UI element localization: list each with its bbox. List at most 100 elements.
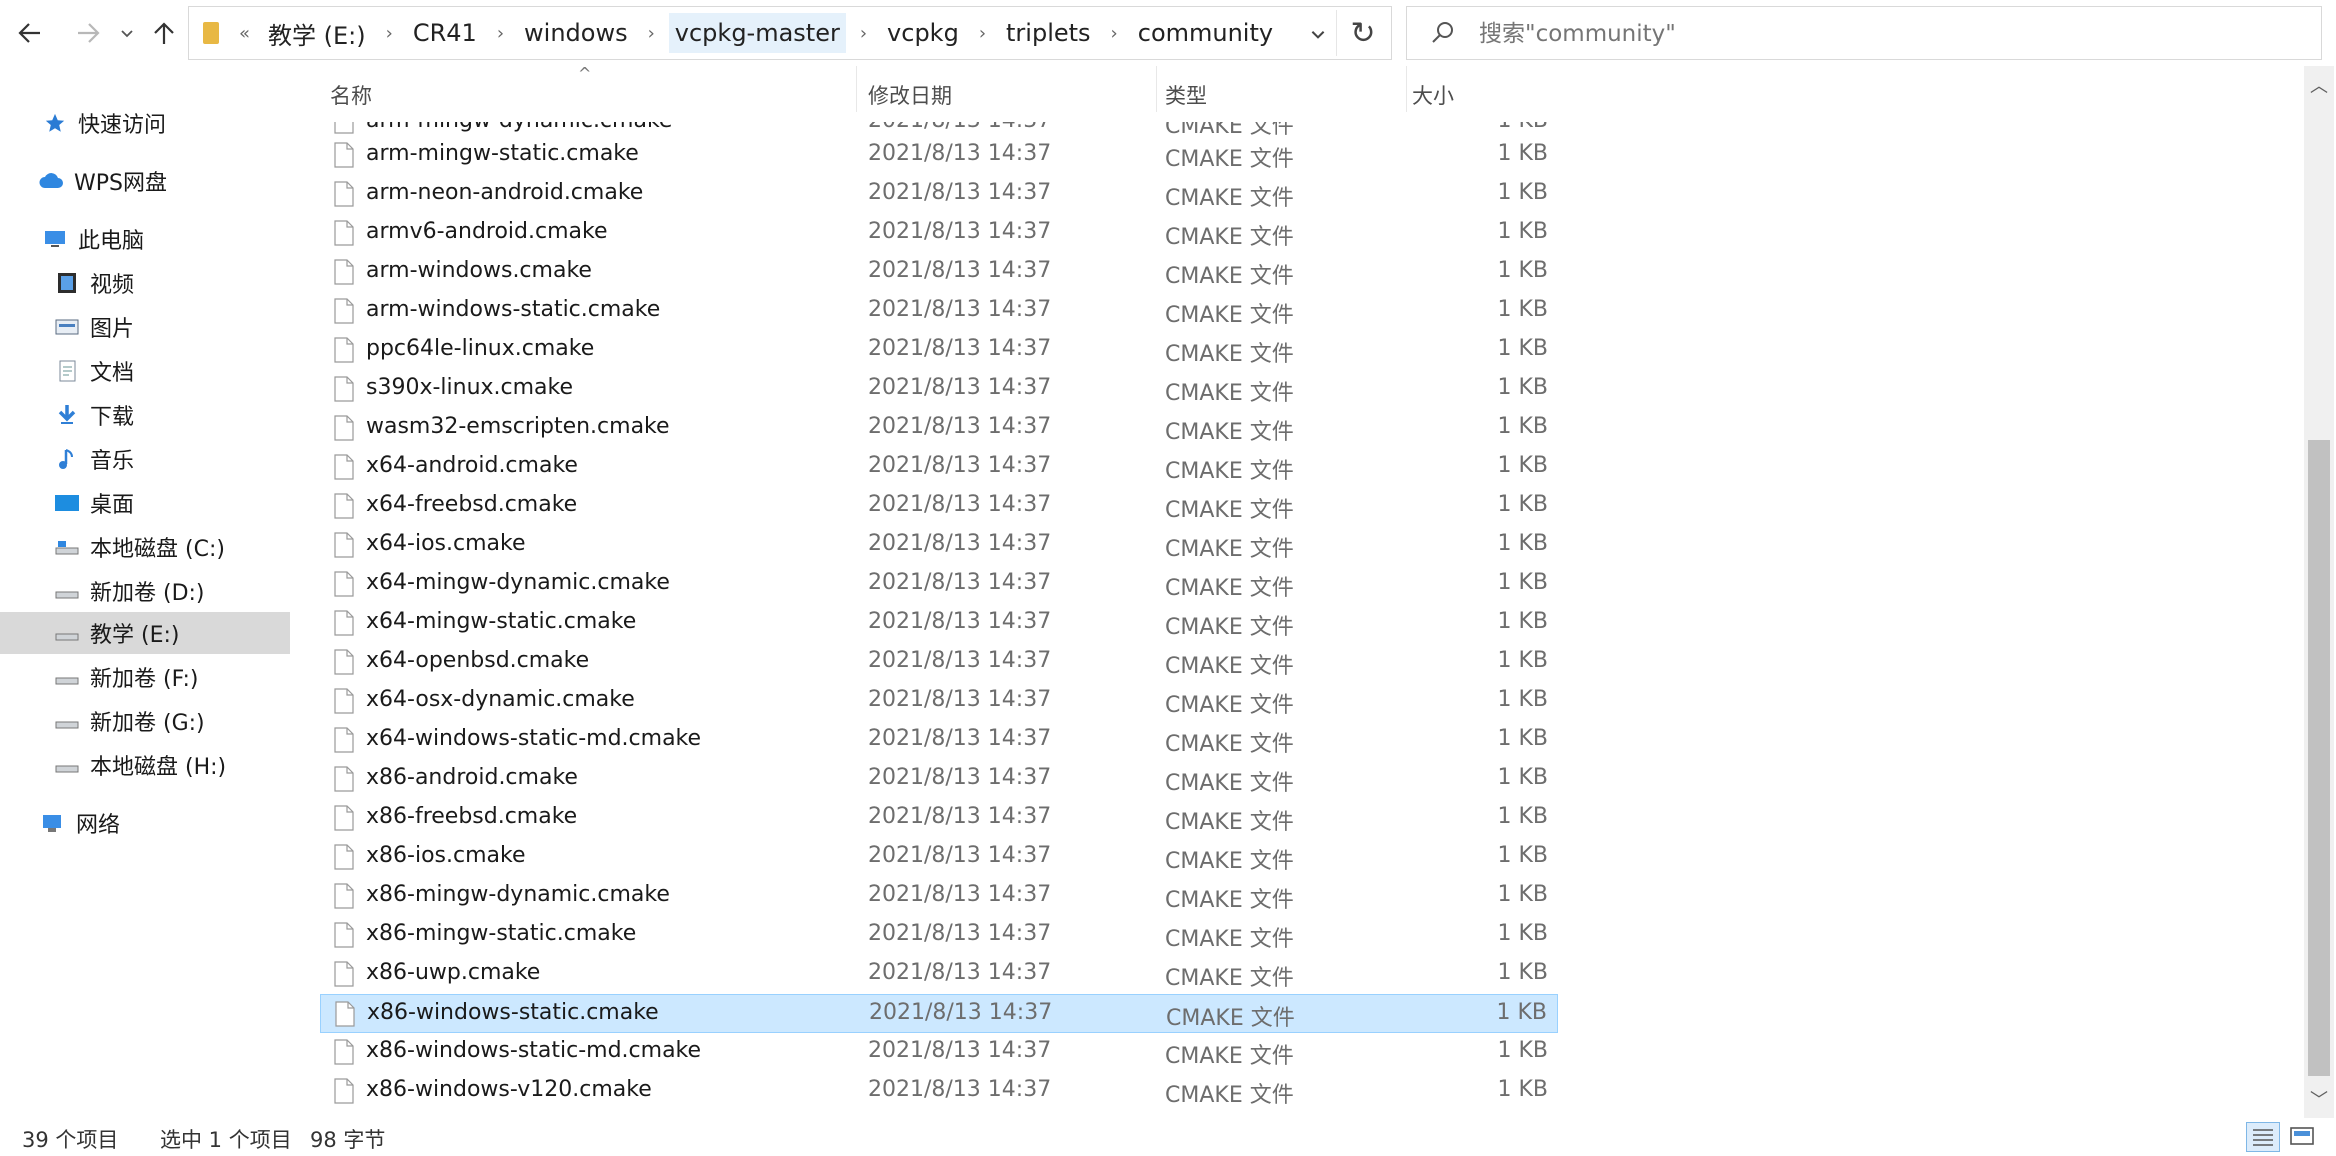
nav-documents[interactable]: 文档 bbox=[0, 350, 290, 392]
file-size: 1 KB bbox=[1497, 1038, 1548, 1063]
drive-icon bbox=[55, 721, 79, 729]
file-size: 1 KB bbox=[1497, 531, 1548, 556]
refresh-button[interactable]: ↻ bbox=[1336, 10, 1389, 56]
breadcrumb-item[interactable]: windows bbox=[518, 13, 634, 53]
breadcrumb-overflow[interactable]: « bbox=[239, 23, 250, 44]
large-icons-view-button[interactable] bbox=[2286, 1122, 2320, 1152]
breadcrumb-item[interactable]: triplets bbox=[1000, 13, 1097, 53]
file-name: x64-android.cmake bbox=[366, 453, 578, 478]
file-row[interactable]: x64-mingw-dynamic.cmake 2021/8/13 14:37 CM… bbox=[320, 565, 1558, 604]
file-row[interactable]: x64-freebsd.cmake 2021/8/13 14:37 CMAKE 文件… bbox=[320, 487, 1558, 526]
nav-network[interactable]: 网络 bbox=[0, 802, 290, 844]
file-name: armv6-android.cmake bbox=[366, 219, 608, 244]
file-row-selected[interactable]: x86-windows-static.cmake 2021/8/13 14:37 C… bbox=[320, 994, 1558, 1033]
nav-pictures[interactable]: 图片 bbox=[0, 306, 290, 348]
file-row[interactable]: wasm32-emscripten.cmake 2021/8/13 14:37 CM… bbox=[320, 409, 1558, 448]
file-row[interactable]: x64-android.cmake 2021/8/13 14:37 CMAKE 文件… bbox=[320, 448, 1558, 487]
chevron-right-icon[interactable]: › bbox=[979, 23, 986, 44]
file-row[interactable]: x86-android.cmake 2021/8/13 14:37 CMAKE 文件… bbox=[320, 760, 1558, 799]
recent-locations-button[interactable] bbox=[112, 12, 142, 54]
up-button[interactable] bbox=[146, 12, 182, 54]
scrollbar-thumb[interactable] bbox=[2308, 440, 2330, 1076]
chevron-right-icon[interactable]: › bbox=[386, 23, 393, 44]
nav-wps-drive[interactable]: WPS网盘 bbox=[0, 160, 290, 202]
scroll-up-arrow-icon[interactable]: ︿ bbox=[2310, 72, 2328, 98]
chevron-down-icon[interactable] bbox=[1309, 25, 1327, 43]
breadcrumb-item[interactable]: CR41 bbox=[407, 13, 483, 53]
nav-quick-access[interactable]: 快速访问 bbox=[0, 102, 290, 144]
nav-label: 本地磁盘 (H:) bbox=[90, 755, 227, 780]
file-name: x64-osx-dynamic.cmake bbox=[366, 687, 635, 712]
file-row[interactable]: x86-freebsd.cmake 2021/8/13 14:37 CMAKE 文件… bbox=[320, 799, 1558, 838]
column-header-date[interactable]: 修改日期 bbox=[868, 80, 952, 110]
nav-label: 音乐 bbox=[90, 449, 135, 474]
file-size: 1 KB bbox=[1497, 960, 1548, 985]
nav-drive-h[interactable]: 本地磁盘 (H:) bbox=[0, 744, 290, 786]
column-divider[interactable] bbox=[1156, 66, 1157, 112]
file-type: CMAKE 文件 bbox=[1166, 1006, 1295, 1031]
file-row[interactable]: arm-windows.cmake 2021/8/13 14:37 CMAKE 文件… bbox=[320, 253, 1558, 292]
file-row[interactable]: x86-windows-static-md.cmake 2021/8/13 14:… bbox=[320, 1033, 1558, 1072]
nav-drive-d[interactable]: 新加卷 (D:) bbox=[0, 570, 290, 612]
search-input[interactable] bbox=[1477, 13, 2301, 55]
column-divider[interactable] bbox=[856, 66, 857, 112]
nav-drive-g[interactable]: 新加卷 (G:) bbox=[0, 700, 290, 742]
details-view-button[interactable] bbox=[2246, 1122, 2280, 1152]
file-row[interactable]: ppc64le-linux.cmake 2021/8/13 14:37 CMAKE … bbox=[320, 331, 1558, 370]
file-row[interactable]: x86-mingw-static.cmake 2021/8/13 14:37 CMA… bbox=[320, 916, 1558, 955]
file-row[interactable]: arm-mingw-static.cmake 2021/8/13 14:37 CMA… bbox=[320, 136, 1558, 175]
nav-videos[interactable]: 视频 bbox=[0, 262, 290, 304]
chevron-right-icon[interactable]: › bbox=[648, 23, 655, 44]
file-size: 1 KB bbox=[1497, 492, 1548, 517]
nav-this-pc[interactable]: 此电脑 bbox=[0, 218, 290, 260]
file-row[interactable]: x64-osx-dynamic.cmake 2021/8/13 14:37 CMAK… bbox=[320, 682, 1558, 721]
file-row[interactable]: arm-windows-static.cmake 2021/8/13 14:37 C… bbox=[320, 292, 1558, 331]
file-row[interactable]: x86-mingw-dynamic.cmake 2021/8/13 14:37 CM… bbox=[320, 877, 1558, 916]
file-row[interactable]: x86-windows-v120.cmake 2021/8/13 14:37 CMA… bbox=[320, 1072, 1558, 1111]
file-date: 2021/8/13 14:37 bbox=[868, 648, 1052, 673]
file-name: x64-ios.cmake bbox=[366, 531, 526, 556]
column-header-type[interactable]: 类型 bbox=[1165, 80, 1207, 110]
file-type: CMAKE 文件 bbox=[1165, 186, 1294, 211]
column-header-size[interactable]: 大小 bbox=[1412, 80, 1454, 110]
scroll-down-arrow-icon[interactable]: ﹀ bbox=[2310, 1086, 2328, 1112]
breadcrumb-item[interactable]: vcpkg bbox=[881, 13, 965, 53]
column-divider[interactable] bbox=[1406, 66, 1407, 112]
file-row[interactable]: x64-openbsd.cmake 2021/8/13 14:37 CMAKE 文件… bbox=[320, 643, 1558, 682]
nav-downloads[interactable]: 下载 bbox=[0, 394, 290, 436]
file-row[interactable]: s390x-linux.cmake 2021/8/13 14:37 CMAKE 文件… bbox=[320, 370, 1558, 409]
file-row[interactable]: x64-mingw-static.cmake 2021/8/13 14:37 CMA… bbox=[320, 604, 1558, 643]
breadcrumb-item-current[interactable]: community bbox=[1132, 13, 1279, 53]
file-type: CMAKE 文件 bbox=[1165, 615, 1294, 640]
column-header-name[interactable]: 名称 bbox=[330, 80, 372, 110]
chevron-right-icon[interactable]: › bbox=[1111, 23, 1118, 44]
forward-button[interactable] bbox=[70, 12, 106, 54]
nav-drive-c[interactable]: 本地磁盘 (C:) bbox=[0, 526, 290, 568]
file-row[interactable]: x86-ios.cmake 2021/8/13 14:37 CMAKE 文件 1 KB bbox=[320, 838, 1558, 877]
breadcrumb-item[interactable]: 教学 (E:) bbox=[262, 10, 372, 57]
file-row[interactable]: arm-mingw-dynamic.cmake 2021/8/13 14:37 CM… bbox=[320, 122, 1558, 136]
refresh-icon: ↻ bbox=[1350, 15, 1376, 51]
file-row[interactable]: x64-windows-static-md.cmake 2021/8/13 14:… bbox=[320, 721, 1558, 760]
nav-drive-e[interactable]: 教学 (E:) bbox=[0, 612, 290, 654]
file-name: x86-mingw-static.cmake bbox=[366, 921, 637, 946]
status-item-count: 39 个项目 bbox=[22, 1128, 119, 1152]
file-row[interactable]: arm-neon-android.cmake 2021/8/13 14:37 CMA… bbox=[320, 175, 1558, 214]
file-row[interactable]: armv6-android.cmake 2021/8/13 14:37 CMAKE … bbox=[320, 214, 1558, 253]
file-row[interactable]: x86-uwp.cmake 2021/8/13 14:37 CMAKE 文件 1 KB bbox=[320, 955, 1558, 994]
chevron-right-icon[interactable]: › bbox=[497, 23, 504, 44]
status-bar: 39 个项目 选中 1 个项目 98 字节 bbox=[0, 1118, 2336, 1156]
chevron-right-icon[interactable]: › bbox=[860, 23, 867, 44]
search-box[interactable] bbox=[1406, 6, 2322, 60]
file-size: 1 KB bbox=[1497, 258, 1548, 283]
back-button[interactable] bbox=[12, 12, 48, 54]
nav-desktop[interactable]: 桌面 bbox=[0, 482, 290, 524]
file-type: CMAKE 文件 bbox=[1165, 225, 1294, 250]
breadcrumb-item[interactable]: vcpkg-master bbox=[668, 13, 846, 53]
nav-music[interactable]: 音乐 bbox=[0, 438, 290, 480]
file-row[interactable]: x64-ios.cmake 2021/8/13 14:37 CMAKE 文件 1 KB bbox=[320, 526, 1558, 565]
nav-drive-f[interactable]: 新加卷 (F:) bbox=[0, 656, 290, 698]
vertical-scrollbar[interactable]: ︿ ﹀ bbox=[2304, 66, 2334, 1118]
cloud-icon bbox=[39, 173, 63, 188]
address-bar[interactable]: « 教学 (E:) › CR41 › windows › vcpkg-maste… bbox=[188, 6, 1392, 60]
